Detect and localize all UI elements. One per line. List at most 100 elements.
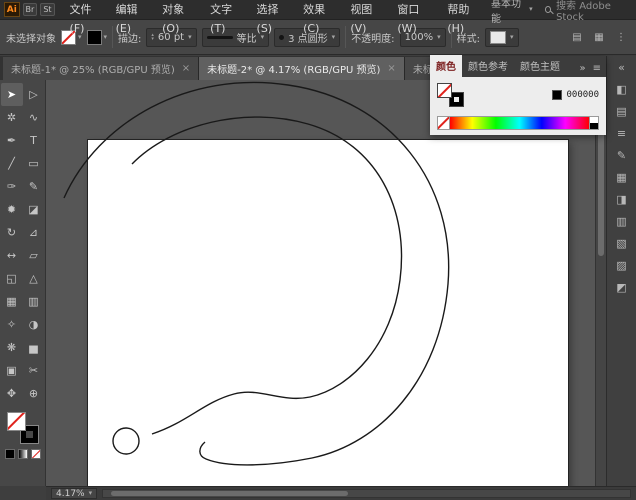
- menu-item-file[interactable]: 文件(F): [63, 0, 109, 35]
- panel-fill-none-swatch[interactable]: [437, 83, 452, 98]
- divider: [345, 26, 347, 48]
- tool-blend[interactable]: ◑: [23, 313, 45, 336]
- document-tab-2-active[interactable]: 未标题-2* @ 4.17% (RGB/GPU 预览) ×: [199, 57, 405, 80]
- close-icon[interactable]: ×: [182, 63, 190, 74]
- color-spectrum-bar[interactable]: [437, 116, 599, 130]
- tool-scale[interactable]: ⊿: [23, 221, 45, 244]
- more-options-icon[interactable]: ⋮: [612, 29, 630, 45]
- dock-panel-icon[interactable]: ▤: [612, 103, 632, 120]
- tool-magic-wand[interactable]: ✲: [1, 106, 23, 129]
- dock-panel-icon[interactable]: ◨: [612, 191, 632, 208]
- tool-line-segment[interactable]: ╱: [1, 152, 23, 175]
- tool-eyedropper[interactable]: ✧: [1, 313, 23, 336]
- tools-panel: ➤ ▷ ✲ ∿ ✒ T ╱ ▭ ✑ ✎ ✹ ◪ ↻ ⊿ ↔ ▱ ◱ △ ▦ ▥ …: [0, 80, 46, 486]
- horizontal-scrollbar-thumb[interactable]: [111, 491, 349, 496]
- fill-none-swatch[interactable]: [6, 412, 26, 431]
- close-icon[interactable]: ×: [387, 63, 395, 74]
- align-panel-icon[interactable]: ▦: [590, 29, 608, 45]
- stepper-icon[interactable]: ▴ ▾: [151, 33, 154, 42]
- tool-slice[interactable]: ✂: [23, 359, 45, 382]
- tool-selection[interactable]: ➤: [0, 83, 23, 106]
- stock-icon[interactable]: St: [40, 3, 55, 16]
- dock-panel-icon[interactable]: ✎: [612, 147, 632, 164]
- color-panel: 颜色 颜色参考 颜色主题 » ≡ 000000: [430, 55, 606, 135]
- gradient-button[interactable]: [17, 449, 28, 459]
- style-dropdown[interactable]: ▾: [485, 27, 519, 47]
- chevron-down-icon: ▾: [510, 32, 514, 41]
- dock-panel-icon[interactable]: ◧: [612, 81, 632, 98]
- spectrum-gradient[interactable]: [450, 117, 589, 129]
- artwork-layer: [63, 81, 450, 466]
- menu-item-type[interactable]: 文字(T): [203, 0, 249, 35]
- panel-menu-icon[interactable]: ≡: [588, 63, 606, 77]
- bridge-icon[interactable]: Br: [22, 3, 38, 16]
- tab-color-guide[interactable]: 颜色参考: [462, 55, 514, 77]
- tool-rectangle[interactable]: ▭: [23, 152, 45, 175]
- zoom-level-dropdown[interactable]: 4.17% ▾: [51, 488, 98, 499]
- artwork-circle[interactable]: [112, 427, 140, 455]
- dock-panel-icon[interactable]: ▧: [612, 235, 632, 252]
- tool-perspective-grid[interactable]: △: [23, 267, 45, 290]
- hex-value[interactable]: 000000: [566, 90, 599, 100]
- menu-item-view[interactable]: 视图(V): [343, 0, 390, 35]
- tool-pencil[interactable]: ✎: [23, 175, 45, 198]
- tool-lasso[interactable]: ∿: [23, 106, 45, 129]
- chevron-down-icon: ▾: [331, 32, 336, 41]
- document-setup-icon[interactable]: ▤: [568, 29, 586, 45]
- menu-item-window[interactable]: 窗口(W): [390, 0, 440, 35]
- tool-hand[interactable]: ✥: [1, 382, 23, 405]
- tool-zoom[interactable]: ⊕: [23, 382, 45, 405]
- black-white-swatches[interactable]: [589, 117, 598, 129]
- controlbar-buttons: ▤ ▦ ⋮: [568, 29, 630, 45]
- stepper-down-icon[interactable]: ▾: [151, 37, 154, 42]
- stroke-color-control[interactable]: ▾: [86, 29, 108, 45]
- tab-color-themes[interactable]: 颜色主题: [514, 55, 566, 77]
- tab-color[interactable]: 颜色: [430, 55, 462, 77]
- menubar-right: 基本功能 ▾ 搜索 Adobe Stock: [491, 0, 632, 25]
- tool-paintbrush[interactable]: ✑: [1, 175, 23, 198]
- none-swatch[interactable]: [438, 117, 450, 129]
- stroke-profile-value[interactable]: 等比: [237, 30, 257, 45]
- tool-artboard[interactable]: ▣: [1, 359, 23, 382]
- tool-symbol-sprayer[interactable]: ❋: [1, 336, 23, 359]
- document-tab-1[interactable]: 未标题-1* @ 25% (RGB/GPU 预览) ×: [3, 57, 200, 80]
- panel-fill-stroke-indicator[interactable]: [437, 83, 464, 107]
- menu-item-object[interactable]: 对象(O): [155, 0, 203, 35]
- tool-free-transform[interactable]: ▱: [23, 244, 45, 267]
- tool-column-graph[interactable]: ▅: [23, 336, 45, 359]
- vertical-scrollbar[interactable]: [595, 80, 606, 486]
- chevron-down-icon: ▾: [103, 32, 108, 41]
- menu-item-effect[interactable]: 效果(C): [296, 0, 343, 35]
- menu-item-select[interactable]: 选择(S): [250, 0, 297, 35]
- menu-item-help[interactable]: 帮助(H): [440, 0, 488, 35]
- app-logo-icon[interactable]: Ai: [4, 2, 20, 17]
- panel-overflow-icon[interactable]: »: [577, 63, 587, 77]
- tool-rotate[interactable]: ↻: [1, 221, 23, 244]
- tool-direct-selection[interactable]: ▷: [23, 83, 45, 106]
- tool-pen[interactable]: ✒: [1, 129, 23, 152]
- dock-panel-icon[interactable]: ▦: [612, 169, 632, 186]
- tool-gradient[interactable]: ▥: [23, 290, 45, 313]
- menu-item-edit[interactable]: 编辑(E): [109, 0, 156, 35]
- tool-type[interactable]: T: [23, 129, 45, 152]
- tool-shape-builder[interactable]: ◱: [1, 267, 23, 290]
- color-button[interactable]: [4, 449, 15, 459]
- dock-panel-icon[interactable]: ▨: [612, 257, 632, 274]
- tool-blob-brush[interactable]: ✹: [1, 198, 23, 221]
- dock-panel-icon[interactable]: ◩: [612, 279, 632, 296]
- dock-panel-icon[interactable]: ▥: [612, 213, 632, 230]
- stroke-black-swatch[interactable]: [86, 29, 102, 45]
- horizontal-scrollbar[interactable]: [102, 489, 631, 498]
- dock-panel-icon[interactable]: ≡: [612, 125, 632, 142]
- fill-stroke-widget[interactable]: [6, 412, 39, 444]
- tool-eraser[interactable]: ◪: [23, 198, 45, 221]
- artwork-inner-curve[interactable]: [131, 116, 403, 435]
- tool-width[interactable]: ↔: [1, 244, 23, 267]
- none-button[interactable]: [30, 449, 41, 459]
- stock-search-field[interactable]: 搜索 Adobe Stock: [544, 0, 632, 23]
- workspace-switcher[interactable]: 基本功能 ▾: [491, 0, 533, 25]
- collapse-dock-icon[interactable]: «: [612, 59, 632, 76]
- tool-mesh[interactable]: ▦: [1, 290, 23, 313]
- artwork-outer-curve[interactable]: [63, 81, 450, 466]
- canvas-area[interactable]: [46, 80, 606, 486]
